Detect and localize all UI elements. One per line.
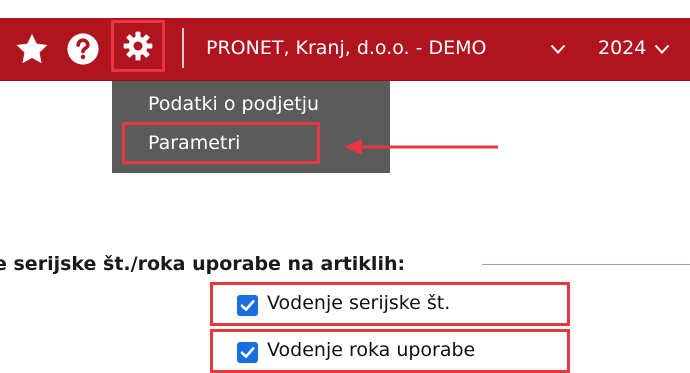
toolbar-divider	[182, 28, 184, 68]
serial-number-label[interactable]: Vodenje serijske št.	[267, 291, 450, 315]
star-icon[interactable]	[14, 31, 50, 67]
menu-item-parameters[interactable]: Parametri	[148, 131, 240, 155]
section-divider	[482, 264, 690, 265]
top-bar: PRONET, Kranj, d.o.o. - DEMO 2024	[0, 18, 690, 81]
expiry-date-label[interactable]: Vodenje roka uporabe	[267, 338, 475, 362]
gear-icon	[123, 31, 153, 61]
checkmark-icon	[240, 300, 255, 311]
menu-item-company-data[interactable]: Podatki o podjetju	[148, 92, 319, 116]
expiry-date-checkbox[interactable]	[237, 342, 258, 363]
pointer-arrow-icon	[344, 139, 498, 155]
option-row-serial-highlight: Vodenje serijske št.	[210, 282, 570, 326]
chevron-down-icon[interactable]	[654, 43, 670, 55]
help-icon[interactable]	[66, 32, 100, 66]
company-selector[interactable]: PRONET, Kranj, d.o.o. - DEMO	[206, 36, 487, 60]
option-row-expiry-highlight: Vodenje roka uporabe	[210, 329, 570, 373]
year-selector[interactable]: 2024	[598, 36, 646, 60]
chevron-down-icon[interactable]	[550, 43, 566, 55]
serial-number-checkbox[interactable]	[237, 295, 258, 316]
settings-button[interactable]	[111, 20, 165, 72]
settings-dropdown-menu: Podatki o podjetju Parametri	[112, 81, 390, 173]
checkmark-icon	[240, 347, 255, 358]
section-title: e serijske št./roka uporabe na artiklih:	[0, 253, 406, 275]
